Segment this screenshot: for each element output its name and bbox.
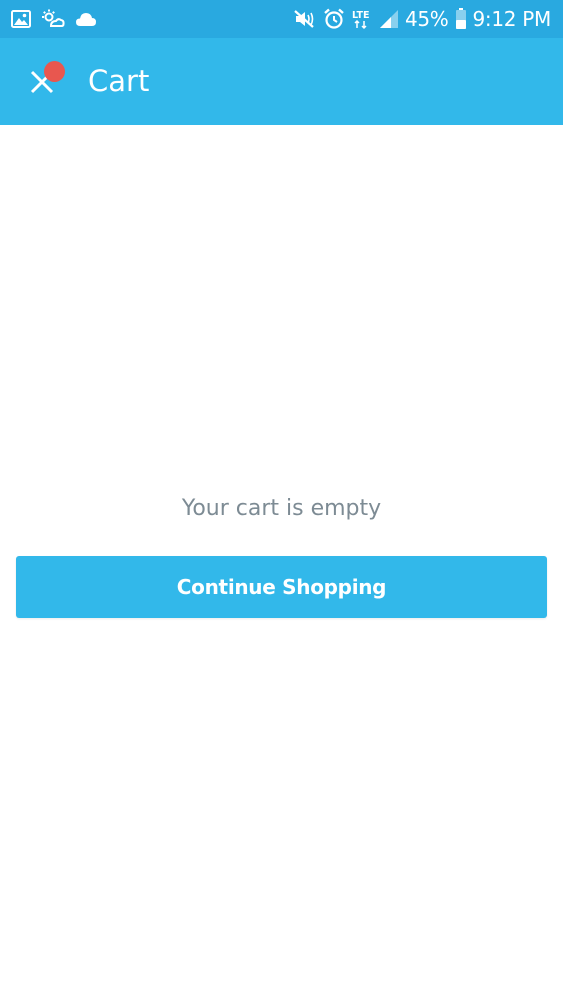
lte-icon: LTE [352, 10, 369, 30]
weather-icon [42, 9, 65, 27]
gallery-icon [11, 10, 31, 28]
notification-badge [44, 61, 65, 82]
page-title: Cart [88, 64, 150, 98]
close-button[interactable] [20, 60, 68, 104]
empty-cart-message: Your cart is empty [181, 496, 382, 521]
status-right-icons: LTE 45% 9:12 PM [293, 0, 551, 38]
cloud-icon [76, 13, 96, 26]
status-time: 9:12 PM [472, 7, 552, 31]
status-left-icons [11, 0, 97, 38]
battery-icon [455, 8, 466, 29]
status-bar: LTE 45% 9:12 PM [0, 0, 563, 38]
app-bar: Cart [0, 38, 563, 125]
battery-percent: 45% [404, 7, 449, 31]
svg-text:LTE: LTE [352, 10, 369, 21]
signal-icon [379, 10, 398, 28]
alarm-icon [324, 8, 344, 29]
mute-icon [294, 10, 314, 28]
continue-shopping-button[interactable]: Continue Shopping [16, 556, 547, 618]
